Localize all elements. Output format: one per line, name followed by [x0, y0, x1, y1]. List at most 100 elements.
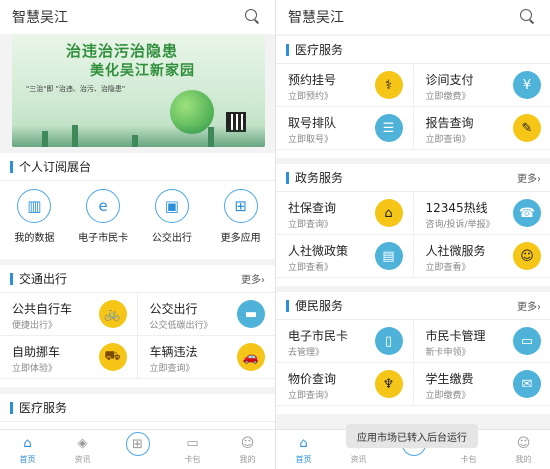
tab-home[interactable]: ⌂ 首页	[0, 430, 55, 469]
tile-price[interactable]: 物价查询 立即查询》 ♆	[276, 363, 414, 406]
bus-icon: ▣	[154, 189, 189, 223]
section-title: 政务服务	[286, 169, 343, 186]
student-pay-icon: ✉	[513, 370, 541, 398]
medical-section: 医疗服务 预约挂号 立即预约》 ⚕ 诊间支付 立即缴费》 ¥ 取号排队 立即取号…	[276, 36, 550, 158]
tile-queue[interactable]: 取号排队 立即取号》 ☰	[276, 107, 414, 150]
section-title: 便民服务	[286, 297, 343, 314]
building-icon	[72, 125, 78, 147]
tile-vehicle-violation[interactable]: 车辆违法 立即查询》 🚗	[137, 336, 275, 379]
building-icon	[132, 135, 138, 147]
tab-label: 首页	[19, 455, 36, 464]
app-bus[interactable]: ▣ 公交出行	[138, 189, 207, 244]
service-icon: ☺	[513, 242, 541, 270]
tab-label: 资讯	[350, 455, 367, 464]
more-link[interactable]: 更多›	[517, 298, 541, 313]
tile-subtitle: 立即查看》	[288, 263, 334, 273]
tile-bus[interactable]: 公交出行 公交低碳出行》 ▬	[137, 293, 275, 336]
ecard-icon: e	[86, 189, 121, 223]
tile-appointment[interactable]: 预约挂号 立即预约》 ⚕	[276, 64, 414, 107]
app-more[interactable]: ⊞ 更多应用	[206, 189, 275, 244]
tile-title: 取号排队	[288, 116, 337, 130]
app-title: 智慧吴江	[288, 10, 344, 26]
section-header: 医疗服务	[276, 36, 550, 64]
banner-caption: "三治"即 "治违、治污、治隐患"	[26, 85, 126, 93]
app-label: 更多应用	[220, 233, 261, 244]
apps-icon: ⊞	[223, 189, 258, 223]
tile-subtitle: 公交低碳出行》	[149, 321, 213, 331]
tile-ecard[interactable]: 电子市民卡 去管理》 ▯	[276, 320, 414, 363]
tile-title: 12345热线	[425, 201, 488, 215]
building-icon	[42, 131, 48, 147]
section-header: 便民服务 更多›	[276, 292, 550, 320]
tile-title: 社保查询	[288, 201, 337, 215]
tile-public-bike[interactable]: 公共自行车 便捷出行》 🚲	[0, 293, 138, 336]
more-link[interactable]: 更多›	[241, 271, 265, 286]
tile-report[interactable]: 报告查询 立即查询》 ✎	[413, 107, 550, 150]
card-manage-icon: ▭	[513, 327, 541, 355]
tile-title: 公共自行车	[12, 302, 73, 316]
social-security-icon: ⌂	[374, 199, 403, 227]
tile-student-pay[interactable]: 学生缴费 立即缴费》 ✉	[413, 363, 550, 406]
tab-label: 卡包	[460, 455, 477, 464]
tab-mine[interactable]: ☺ 我的	[220, 430, 275, 469]
traffic-section: 交通出行 更多› 公共自行车 便捷出行》 🚲 公交出行 公交低碳出行》 ▬ 自助…	[0, 265, 275, 387]
tile-subtitle: 立即查询》	[288, 220, 334, 230]
policy-icon: ▤	[374, 242, 403, 270]
app-ecard[interactable]: e 电子市民卡	[69, 189, 138, 244]
tile-service[interactable]: 人社微服务 立即查看》 ☺	[413, 235, 550, 278]
tile-self-move-car[interactable]: 自助挪车 立即体验》 ⛟	[0, 336, 138, 379]
tile-title: 人社微服务	[425, 244, 486, 258]
bus-icon: ▬	[237, 300, 265, 328]
tab-wallet[interactable]: ▭ 卡包	[165, 430, 220, 469]
tile-policy[interactable]: 人社微政策 立即查看》 ▤	[276, 235, 414, 278]
tab-news[interactable]: ◈ 资讯	[55, 430, 110, 469]
tile-card-manage[interactable]: 市民卡管理 新卡申领》 ▭	[413, 320, 550, 363]
tile-clinic-payment[interactable]: 诊间支付 立即缴费》 ¥	[413, 64, 550, 107]
app-label: 电子市民卡	[78, 233, 129, 244]
section-header: 交通出行 更多›	[0, 265, 275, 293]
grid-icon: ⊞	[125, 432, 150, 456]
toast-message: 应用市场已转入后台运行	[346, 424, 478, 448]
skyline-graphic	[12, 125, 265, 147]
tab-bar: ⌂ 首页 ◈ 资讯 ⊞ ▭ 卡包 ☺ 我的	[0, 429, 275, 469]
section-title: 医疗服务	[286, 41, 343, 58]
user-icon: ☺	[240, 435, 255, 451]
tab-label: 我的	[239, 455, 256, 464]
search-icon[interactable]	[520, 9, 536, 25]
tile-title: 公交出行	[149, 302, 198, 316]
tab-scan[interactable]: ⊞	[110, 430, 165, 469]
tile-social-security[interactable]: 社保查询 立即查询》 ⌂	[276, 192, 414, 235]
medical-section-partial: 医疗服务	[0, 394, 275, 430]
app-my-data[interactable]: ▥ 我的数据	[0, 189, 69, 244]
banner-headline-2: 美化吴江新家园	[90, 63, 195, 79]
card-icon: ▭	[186, 435, 199, 451]
tile-title: 人社微政策	[288, 244, 349, 258]
tile-subtitle: 立即取号》	[288, 135, 334, 145]
car-icon: 🚗	[237, 343, 265, 371]
news-icon: ◈	[77, 435, 88, 451]
search-icon[interactable]	[245, 9, 261, 25]
tab-mine[interactable]: ☺ 我的	[496, 430, 550, 469]
tile-title: 自助挪车	[12, 345, 61, 359]
user-icon: ☺	[516, 435, 531, 451]
top-bar: 智慧吴江	[0, 0, 275, 34]
tile-title: 市民卡管理	[425, 329, 486, 343]
tile-subtitle: 便捷出行》	[12, 321, 58, 331]
bike-icon: 🚲	[98, 300, 127, 328]
tile-title: 车辆违法	[149, 345, 198, 359]
hotline-icon: ☎	[513, 199, 541, 227]
tile-subtitle: 立即查询》	[425, 135, 471, 145]
phone-card-icon: ▯	[374, 327, 403, 355]
price-icon: ♆	[374, 370, 403, 398]
more-link[interactable]: 更多›	[517, 170, 541, 185]
promo-banner[interactable]: 治违治污治隐患 美化吴江新家园 "三治"即 "治违、治污、治隐患"	[12, 34, 265, 147]
subscription-section: 个人订阅展台 ▥ 我的数据 e 电子市民卡 ▣ 公交出行 ⊞ 更多应用	[0, 153, 275, 259]
civic-section: 便民服务 更多› 电子市民卡 去管理》 ▯ 市民卡管理 新卡申领》 ▭ 物价查询…	[276, 292, 550, 414]
app-label: 我的数据	[14, 233, 55, 244]
tile-hotline[interactable]: 12345热线 咨询/投诉/举报》 ☎	[413, 192, 550, 235]
tile-subtitle: 去管理》	[288, 348, 325, 358]
section-title: 个人订阅展台	[10, 158, 91, 175]
data-icon: ▥	[17, 189, 52, 223]
tab-home[interactable]: ⌂ 首页	[276, 430, 331, 469]
tile-subtitle: 立即缴费》	[425, 92, 471, 102]
